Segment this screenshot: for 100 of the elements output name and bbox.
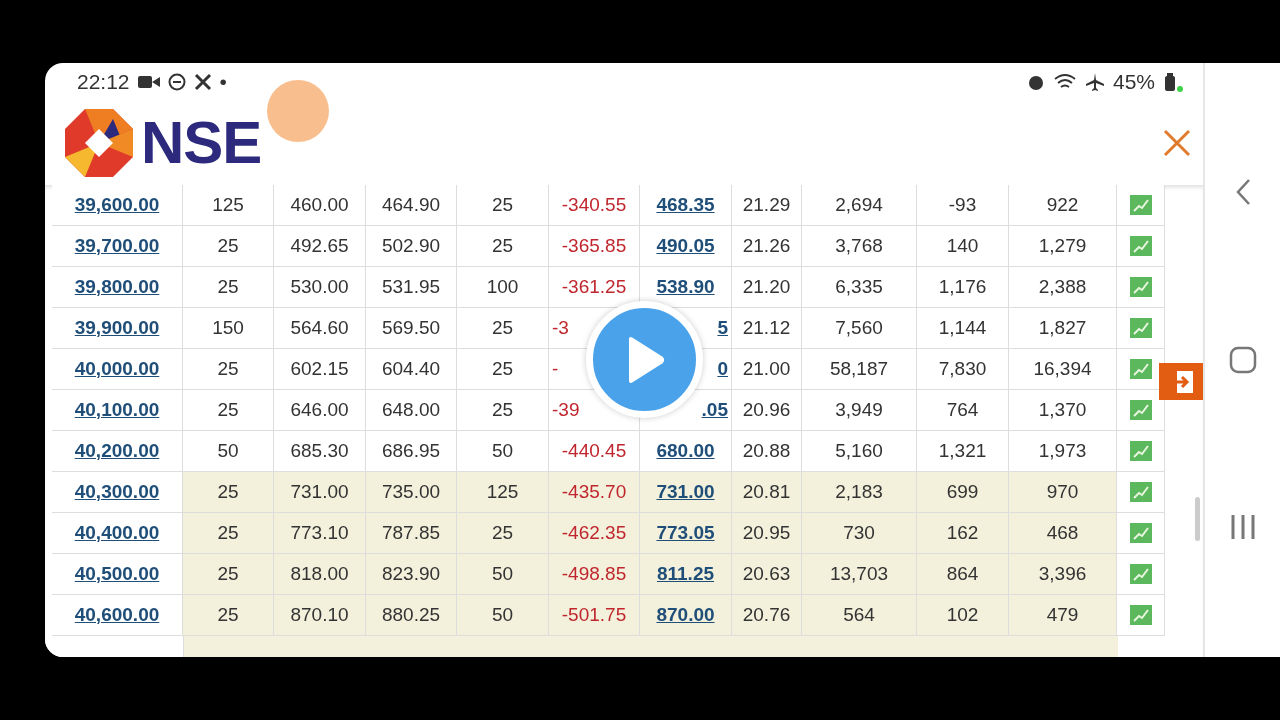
strike-price-link[interactable]: 40,300.00: [74, 481, 160, 503]
home-icon[interactable]: [1228, 346, 1257, 374]
chart-icon[interactable]: [1129, 441, 1152, 461]
table-cell: 1,144: [938, 317, 987, 339]
table-cell: 16,394: [1033, 358, 1092, 380]
table-cell: 25: [217, 399, 239, 421]
table-cell: 21.29: [742, 194, 791, 216]
table-cell: 25: [491, 522, 514, 544]
scrollbar[interactable]: [1195, 497, 1200, 541]
chart-icon[interactable]: [1129, 359, 1152, 379]
table-cell: 102: [946, 604, 979, 626]
table-cell: 564: [843, 604, 875, 626]
chart-icon[interactable]: [1129, 318, 1152, 338]
table-cell: 764: [946, 399, 979, 421]
table-cell: 970: [1046, 481, 1079, 503]
do-not-disturb-icon: [167, 72, 186, 91]
table-cell: 1,827: [1038, 317, 1087, 339]
strike-price-link[interactable]: 40,000.00: [74, 358, 160, 380]
table-cell: 6,335: [835, 276, 883, 298]
table-cell: 162: [946, 522, 979, 544]
strike-price-link[interactable]: 40,600.00: [74, 604, 160, 626]
table-cell: 50: [217, 440, 239, 462]
chart-icon[interactable]: [1129, 482, 1152, 502]
table-cell: 1,176: [938, 276, 987, 298]
table-cell: 1,370: [1038, 399, 1087, 421]
table-cell: 1,321: [938, 440, 987, 462]
back-icon[interactable]: [1234, 178, 1251, 206]
table-cell: 25: [217, 563, 239, 585]
strike-price-link[interactable]: 39,800.00: [74, 276, 160, 298]
table-cell: 25: [217, 604, 239, 626]
status-dot: •: [219, 69, 227, 94]
table-cell: 870.10: [290, 604, 349, 626]
table-cell: 880.25: [381, 604, 441, 626]
chart-icon[interactable]: [1129, 564, 1152, 584]
last-price-link[interactable]: .05: [701, 399, 728, 421]
last-price-link[interactable]: 5: [717, 317, 728, 339]
table-cell: 25: [491, 317, 514, 339]
last-price-link[interactable]: 0: [717, 358, 728, 380]
chart-icon[interactable]: [1129, 277, 1152, 297]
recent-apps-icon[interactable]: [1229, 514, 1256, 540]
table-cell: 530.00: [290, 276, 349, 298]
strike-price-link[interactable]: 40,500.00: [74, 563, 160, 585]
strike-price-link[interactable]: 40,100.00: [74, 399, 160, 421]
last-price-link[interactable]: 538.90: [656, 276, 715, 298]
battery-icon: [1163, 71, 1183, 92]
table-cell: 21.00: [742, 358, 791, 380]
table-cell: -462.35: [561, 522, 627, 544]
table-cell: 818.00: [290, 563, 349, 585]
table-cell: 3,949: [835, 399, 883, 421]
wifi-icon: [1052, 72, 1077, 91]
table-cell: 20.96: [742, 399, 791, 421]
close-icon[interactable]: [1163, 128, 1191, 157]
table-cell: 569.50: [381, 317, 441, 339]
table-cell: -3: [552, 317, 569, 339]
table-cell: 50: [491, 440, 514, 462]
table-cell: -361.25: [561, 276, 627, 298]
exit-button[interactable]: [1159, 363, 1203, 400]
chart-icon[interactable]: [1129, 605, 1152, 625]
chart-icon[interactable]: [1129, 400, 1152, 420]
table-cell: 25: [217, 522, 239, 544]
table-cell: 735.00: [381, 481, 441, 503]
chart-icon[interactable]: [1129, 195, 1152, 215]
table-cell: 20.63: [742, 563, 791, 585]
table-cell: 25: [217, 481, 239, 503]
table-cell: -93: [948, 194, 977, 216]
last-price-link[interactable]: 490.05: [656, 235, 715, 257]
table-cell: -340.55: [561, 194, 627, 216]
table-cell: 479: [1046, 604, 1079, 626]
table-cell: 864: [946, 563, 979, 585]
table-cell: 20.81: [742, 481, 791, 503]
table-cell: 20.76: [742, 604, 791, 626]
table-cell: 21.20: [742, 276, 791, 298]
table-cell: 685.30: [290, 440, 349, 462]
table-cell: 20.88: [742, 440, 791, 462]
strike-price-link[interactable]: 39,700.00: [74, 235, 160, 257]
table-cell: 460.00: [290, 194, 349, 216]
table-cell: -435.70: [561, 481, 627, 503]
strike-price-link[interactable]: 39,600.00: [74, 194, 160, 216]
table-cell: 3,396: [1038, 563, 1087, 585]
table-cell: 50: [491, 563, 514, 585]
last-price-link[interactable]: 680.00: [656, 440, 715, 462]
table-cell: 25: [491, 358, 514, 380]
table-cell: 25: [217, 358, 239, 380]
logo-icon: [65, 108, 133, 177]
cross-arrows-icon: [193, 72, 212, 91]
table-cell: -39: [552, 399, 580, 421]
table-cell: 25: [217, 235, 239, 257]
chart-icon[interactable]: [1129, 236, 1152, 256]
table-cell: 150: [212, 317, 244, 339]
table-cell: 3,768: [835, 235, 883, 257]
table-cell: 730: [843, 522, 875, 544]
table-cell: 502.90: [381, 235, 441, 257]
strike-price-link[interactable]: 39,900.00: [74, 317, 160, 339]
table-cell: 686.95: [381, 440, 441, 462]
strike-price-link[interactable]: 40,200.00: [74, 440, 160, 462]
table-cell: 5,160: [835, 440, 883, 462]
table-cell: 1,279: [1038, 235, 1087, 257]
strike-price-link[interactable]: 40,400.00: [74, 522, 160, 544]
chart-icon[interactable]: [1129, 523, 1152, 543]
table-cell: 1,973: [1038, 440, 1087, 462]
